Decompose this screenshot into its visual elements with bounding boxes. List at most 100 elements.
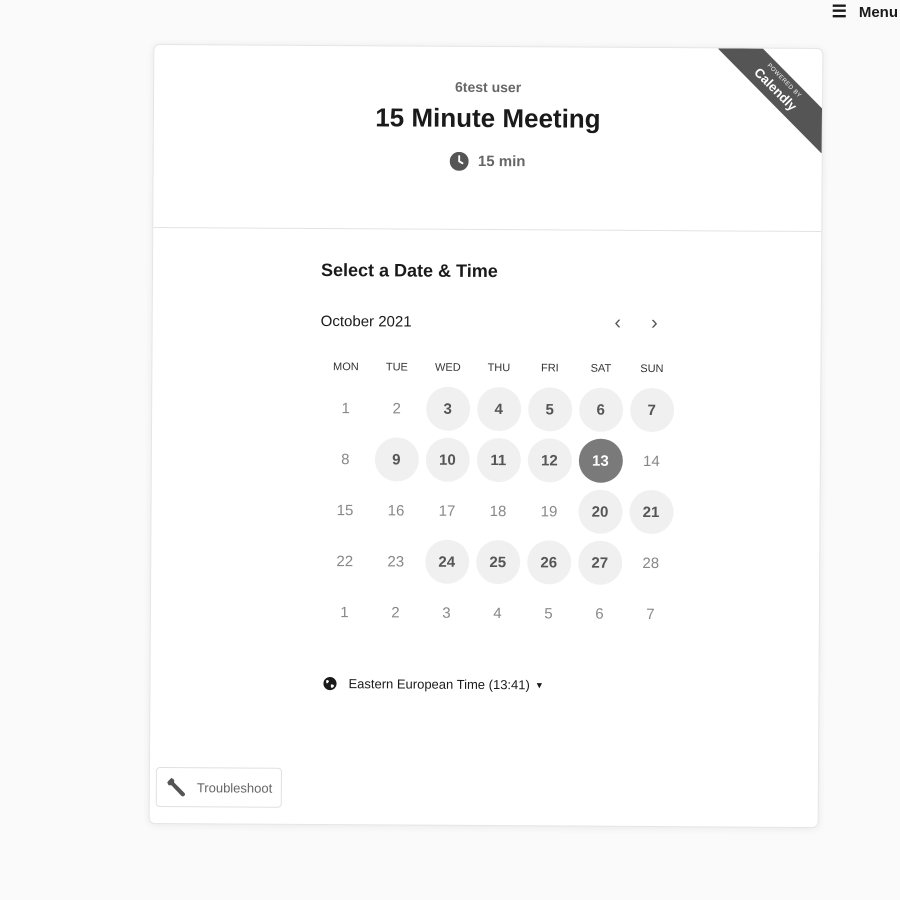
available-day[interactable]: 10	[425, 437, 470, 482]
hamburger-icon: ☰	[831, 2, 847, 21]
unavailable-day: 2	[392, 399, 401, 417]
available-day[interactable]: 12	[527, 438, 572, 483]
unavailable-day: 19	[540, 502, 558, 520]
weekday-label: WED	[435, 361, 461, 374]
calendar-cell: 2	[370, 587, 421, 638]
menu-label: Menu	[858, 3, 898, 21]
timezone-selector[interactable]: Eastern European Time (13:41) ▼	[322, 676, 663, 693]
unavailable-day: 2	[391, 603, 400, 621]
chevron-right-icon[interactable]: ›	[651, 312, 658, 334]
unavailable-day: 18	[489, 502, 507, 520]
calendar-cell: 4	[473, 384, 524, 435]
calendar-cell: 7	[625, 589, 676, 640]
powered-by-ribbon[interactable]: POWERED BY Calendly	[717, 48, 823, 154]
available-day[interactable]: 5	[527, 387, 572, 432]
month-navigation: October 2021 ‹ ›	[320, 311, 666, 334]
available-day[interactable]: 9	[374, 437, 419, 482]
unavailable-day: 15	[336, 501, 354, 519]
available-day[interactable]: 21	[628, 489, 674, 535]
calendar-cell: 25	[472, 537, 523, 588]
date-picker: Select a Date & Time October 2021 ‹ › MO…	[318, 259, 674, 693]
calendar-cell: 3	[421, 588, 472, 639]
unavailable-day: 3	[442, 604, 451, 622]
calendar-cell: 26	[523, 537, 574, 588]
unavailable-day: 1	[341, 399, 350, 417]
calendar-cell: 4	[472, 588, 523, 639]
calendar-cell: 2	[371, 383, 422, 434]
unavailable-day: 28	[642, 554, 660, 572]
selected-day[interactable]: 13	[578, 438, 623, 483]
available-day[interactable]: 6	[578, 387, 623, 432]
calendar-cell: 28	[625, 538, 676, 589]
calendar-cell: 24	[421, 537, 472, 588]
calendar-cell: 9	[371, 434, 422, 485]
globe-icon	[323, 676, 337, 691]
booking-card: POWERED BY Calendly 6test user 15 Minute…	[148, 43, 824, 829]
unavailable-day: 4	[493, 604, 502, 622]
calendar-cell: 19	[523, 486, 574, 537]
troubleshoot-button[interactable]: Troubleshoot	[155, 766, 283, 808]
unavailable-day: 7	[646, 605, 655, 623]
calendar-cell: 10	[422, 435, 473, 486]
available-day[interactable]: 4	[476, 386, 521, 432]
calendar-cell: 5	[524, 384, 575, 435]
weekday-label: MON	[333, 361, 359, 374]
calendar-cell: 7	[626, 385, 677, 436]
calendar-cell: 11	[473, 435, 524, 486]
calendar-cell: 3	[422, 384, 473, 435]
weekday-label: SUN	[640, 362, 664, 376]
unavailable-day: 16	[387, 501, 405, 520]
calendar-cell: 6	[574, 589, 625, 640]
calendar-cell: 6	[575, 385, 626, 436]
weekday-label: TUE	[385, 361, 408, 374]
calendar-cell: 5	[523, 588, 574, 639]
available-day[interactable]: 3	[425, 386, 470, 431]
unavailable-day: 22	[336, 552, 354, 570]
calendar-cell: 27	[574, 538, 625, 589]
available-day[interactable]: 7	[629, 387, 674, 433]
event-duration: 15 min	[449, 151, 526, 171]
month-label: October 2021	[320, 312, 412, 331]
picker-title: Select a Date & Time	[320, 259, 498, 282]
calendar-cell: 22	[319, 536, 370, 587]
calendar-cell: 15	[319, 485, 370, 536]
clock-icon	[449, 151, 469, 171]
calendar-cell: 8	[320, 434, 371, 485]
available-day[interactable]: 24	[424, 539, 469, 584]
calendar-cell: 23	[370, 536, 421, 587]
calendar-cell: 20	[574, 487, 625, 538]
unavailable-day: 6	[595, 605, 604, 623]
timezone-label: Eastern European Time (13:41)	[348, 676, 530, 693]
calendar-cell: 16	[370, 485, 421, 536]
calendar-cell: 21	[625, 487, 676, 538]
calendar-cell: 17	[421, 486, 472, 537]
troubleshoot-label: Troubleshoot	[196, 779, 273, 796]
calendar-grid: 1 2 3 4 5 6 7 8 9 10 11 12 13 14 15 16 17 18 19 20 21 22 23 24 2…	[319, 383, 674, 640]
available-day[interactable]: 27	[577, 540, 622, 585]
available-day[interactable]: 26	[526, 540, 571, 585]
weekday-label: THU	[487, 362, 511, 375]
weekday-label: SAT	[590, 362, 612, 375]
available-day[interactable]: 11	[476, 437, 521, 483]
unavailable-day: 23	[387, 552, 405, 571]
unavailable-day: 5	[544, 604, 553, 622]
calendar-cell: 1	[319, 587, 370, 638]
unavailable-day: 14	[642, 452, 660, 470]
available-day[interactable]: 25	[475, 539, 520, 585]
calendar-cell: 18	[472, 486, 523, 537]
calendar-cell: 14	[626, 436, 677, 487]
unavailable-day: 17	[438, 502, 456, 520]
weekday-label: FRI	[541, 362, 559, 375]
unavailable-day: 1	[340, 603, 349, 621]
available-day[interactable]: 20	[577, 489, 623, 534]
calendar-cell: 1	[320, 383, 371, 434]
menu-button[interactable]: ☰ Menu	[832, 2, 898, 22]
unavailable-day: 8	[341, 450, 350, 468]
duration-label: 15 min	[477, 152, 526, 171]
calendar-cell: 12	[524, 435, 575, 486]
wrench-icon	[167, 777, 186, 797]
chevron-left-icon[interactable]: ‹	[614, 312, 621, 334]
weekday-header: MON TUE WED THU FRI SAT SUN	[320, 361, 665, 375]
calendar-cell: 13	[575, 436, 626, 487]
caret-down-icon: ▼	[534, 679, 544, 690]
